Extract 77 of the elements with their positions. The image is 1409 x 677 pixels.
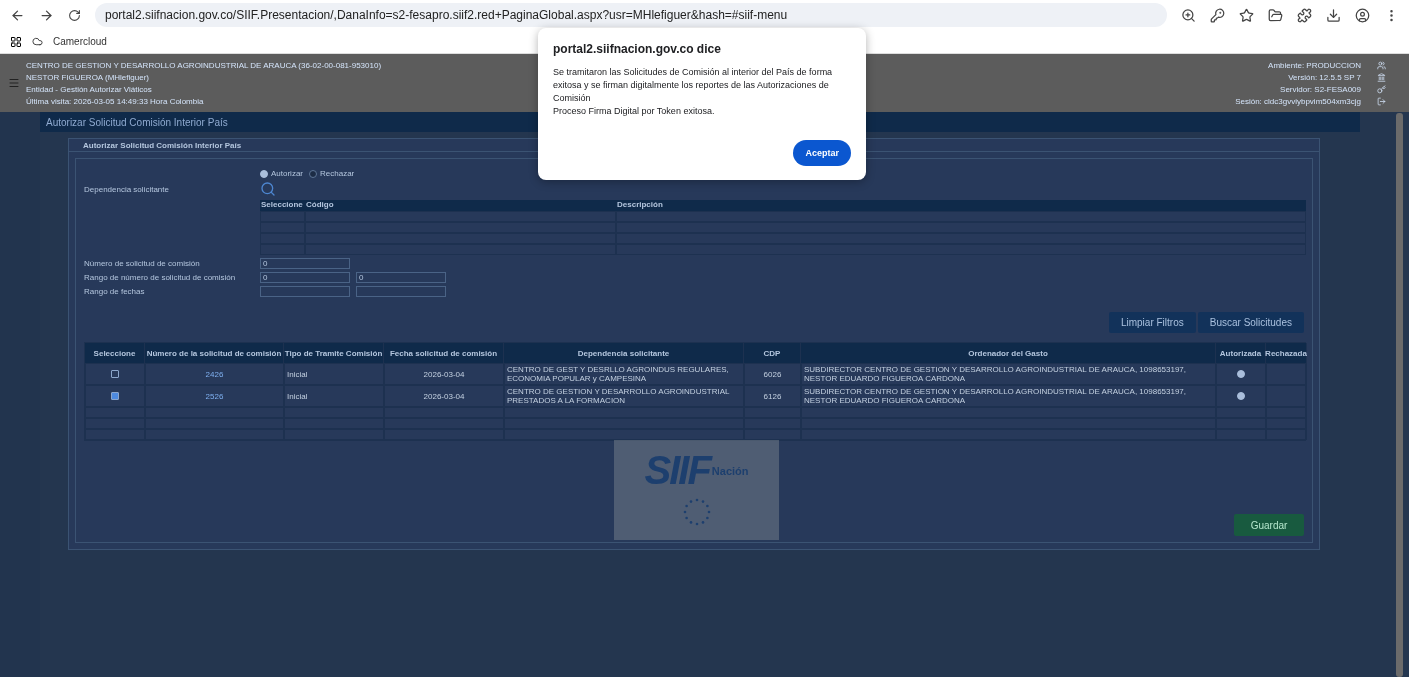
- column-header: Descripción: [616, 200, 1306, 211]
- reload-icon[interactable]: [68, 8, 81, 22]
- field-label: Dependencia solicitante: [84, 184, 170, 194]
- header-info: Servidor: S2-FESA009: [1280, 84, 1361, 94]
- column-header: Dependencia solicitante: [504, 343, 744, 363]
- column-header: Número de la solicitud de comisión: [145, 343, 284, 363]
- filter-button[interactable]: Limpiar Filtros: [1108, 312, 1196, 333]
- authorized-radio[interactable]: [1237, 370, 1245, 378]
- dialog-title: portal2.siifnacion.gov.co dice: [553, 42, 722, 56]
- column-header: Código: [305, 200, 616, 211]
- header-info: Versión: 12.5.5 SP 7: [1288, 72, 1361, 82]
- search-icon[interactable]: [260, 181, 276, 197]
- field-label: Rango de número de solicitud de comisión: [84, 273, 237, 282]
- row-checkbox[interactable]: [111, 392, 119, 400]
- forward-icon[interactable]: [39, 7, 54, 23]
- request-link[interactable]: 2426: [205, 369, 224, 379]
- header-text: Entidad - Gestión Autorizar Viáticos: [26, 84, 152, 94]
- table-cell: 6026: [744, 363, 801, 385]
- menu-icon[interactable]: [8, 77, 20, 89]
- field-label: Rango de fechas: [84, 287, 146, 296]
- header-info: Sesión: cldc3gvviybpvim504xm3cjg: [1235, 96, 1361, 106]
- dialog-message: Se tramitaron las Solicitudes de Comisión al interior del País de forma exitosa y se firman digitalmente los reportes de las Autorizaciones de Comisión: [553, 66, 834, 105]
- zoom-icon[interactable]: [1181, 7, 1196, 23]
- save-button[interactable]: Guardar: [1234, 514, 1304, 536]
- column-header: Seleccione: [85, 343, 145, 363]
- input-field[interactable]: [356, 286, 446, 297]
- input-field[interactable]: 0: [356, 272, 446, 283]
- row-checkbox[interactable]: [111, 370, 119, 378]
- column-header: Tipo de Tramite Comisión: [284, 343, 384, 363]
- key-icon[interactable]: [1210, 7, 1225, 23]
- table-cell: 6126: [744, 385, 801, 407]
- header-info: Ambiente: PRODUCCION: [1268, 60, 1361, 70]
- radio-label: Rechazar: [320, 169, 355, 178]
- column-header: Autorizada: [1216, 343, 1266, 363]
- table-cell: Inicial: [284, 385, 384, 407]
- field-label: Número de solicitud de comisión: [84, 259, 201, 268]
- users-icon[interactable]: [1376, 60, 1386, 70]
- radio-button[interactable]: [260, 169, 268, 178]
- header-text: CENTRO DE GESTION Y DESARROLLO AGROINDUSTRIAL DE ARAUCA (36-02-00-081-953010): [26, 60, 382, 70]
- profile-icon[interactable]: [1355, 7, 1370, 23]
- table-cell: SUBDIRECTOR CENTRO DE GESTION Y DESARROLLO AGROINDUSTRIAL DE ARAUCA, 1098653197, NESTOR EDUARDO FIGUEROA CARDONA: [801, 363, 1216, 385]
- header-text: Última visita: 2026-03-05 14:49:33 Hora Colombia: [26, 96, 204, 106]
- bank-icon[interactable]: [1376, 72, 1386, 82]
- table-cell: 2026-03-04: [384, 363, 504, 385]
- address-bar[interactable]: portal2.siifnacion.gov.co/SIIF.Presentacion/,DanaInfo=s2-fesapro.siif2.red+PaginaGlobal.aspx?usr=MHlefiguer&hash=#siif-menu: [95, 3, 1167, 27]
- star-icon[interactable]: [1239, 7, 1254, 23]
- authorized-radio[interactable]: [1237, 392, 1245, 400]
- table-cell: Inicial: [284, 363, 384, 385]
- filter-button[interactable]: Buscar Solicitudes: [1197, 312, 1304, 333]
- column-header: CDP: [744, 343, 801, 363]
- table-cell: 2026-03-04: [384, 385, 504, 407]
- bookmark[interactable]: Camercloud: [53, 36, 107, 47]
- radio-button[interactable]: [309, 169, 317, 178]
- input-field[interactable]: [260, 286, 350, 297]
- table-cell: CENTRO DE GESTION Y DESARROLLO AGROINDUSTRIAL PRESTADOS A LA FORMACION: [504, 385, 744, 407]
- table-cell: [260, 211, 305, 222]
- scrollbar[interactable]: [1396, 113, 1403, 677]
- column-header: Rechazada: [1266, 343, 1307, 363]
- request-link[interactable]: 2526: [205, 391, 224, 401]
- logout-icon[interactable]: [1376, 96, 1386, 106]
- table-cell: SUBDIRECTOR CENTRO DE GESTION Y DESARROLLO AGROINDUSTRIAL DE ARAUCA, 1098653197, NESTOR EDUARDO FIGUEROA CARDONA: [801, 385, 1216, 407]
- table-cell: CENTRO DE GEST Y DESRLLO AGROINDUS REGULARES, ECONOMIA POPULAR y CAMPESINA: [504, 363, 744, 385]
- column-header: Ordenador del Gasto: [801, 343, 1216, 363]
- radio-label: Autorizar: [271, 169, 303, 178]
- column-header: Fecha solicitud de comisión: [384, 343, 504, 363]
- download-icon[interactable]: [1326, 7, 1341, 23]
- folder-icon[interactable]: [1268, 7, 1283, 23]
- header-text: NESTOR FIGUEROA (MHlefiguer): [26, 72, 149, 82]
- puzzle-icon[interactable]: [1297, 7, 1312, 23]
- accept-button[interactable]: Aceptar: [793, 140, 851, 166]
- input-field[interactable]: 0: [260, 272, 350, 283]
- input-field[interactable]: 0: [260, 258, 350, 269]
- apps-icon[interactable]: [10, 35, 22, 48]
- column-header: Seleccione: [260, 200, 305, 211]
- spinner-icon: [681, 497, 712, 527]
- back-icon[interactable]: [10, 7, 25, 23]
- cloud-icon: [32, 36, 43, 47]
